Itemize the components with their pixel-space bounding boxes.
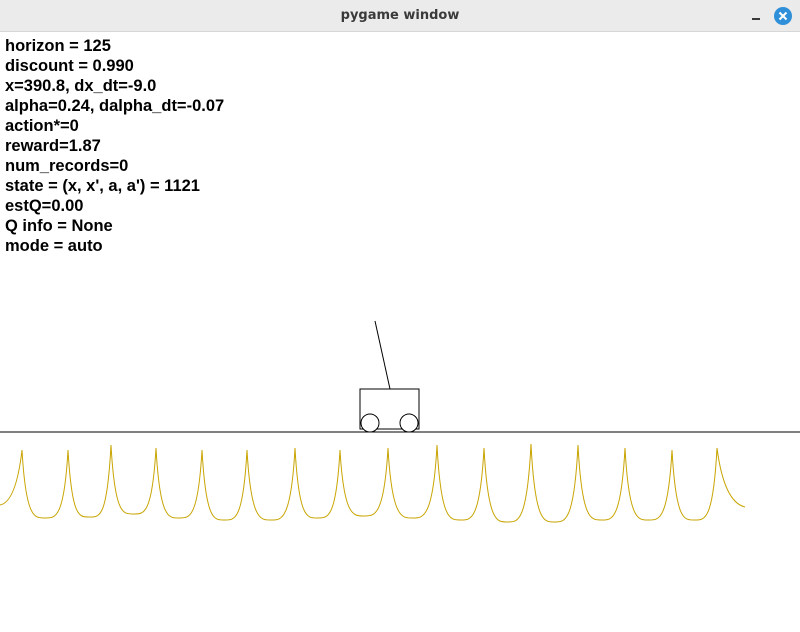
game-canvas[interactable]: horizon = 125 discount = 0.990 x=390.8, … bbox=[0, 32, 800, 632]
cart-wheel-right bbox=[399, 413, 419, 433]
title-bar[interactable]: pygame window bbox=[0, 0, 800, 32]
cart-wheel-left bbox=[360, 413, 380, 433]
minimize-icon bbox=[752, 18, 760, 20]
close-button[interactable] bbox=[774, 7, 792, 25]
minimize-button[interactable] bbox=[746, 5, 766, 25]
window-title: pygame window bbox=[340, 8, 460, 23]
scene-drawing bbox=[0, 320, 800, 523]
close-icon bbox=[774, 7, 792, 25]
pole bbox=[374, 320, 391, 390]
reward-curve bbox=[0, 443, 746, 523]
pygame-window: pygame window horizon = 125 discount = 0… bbox=[0, 0, 800, 632]
cart bbox=[359, 320, 420, 433]
